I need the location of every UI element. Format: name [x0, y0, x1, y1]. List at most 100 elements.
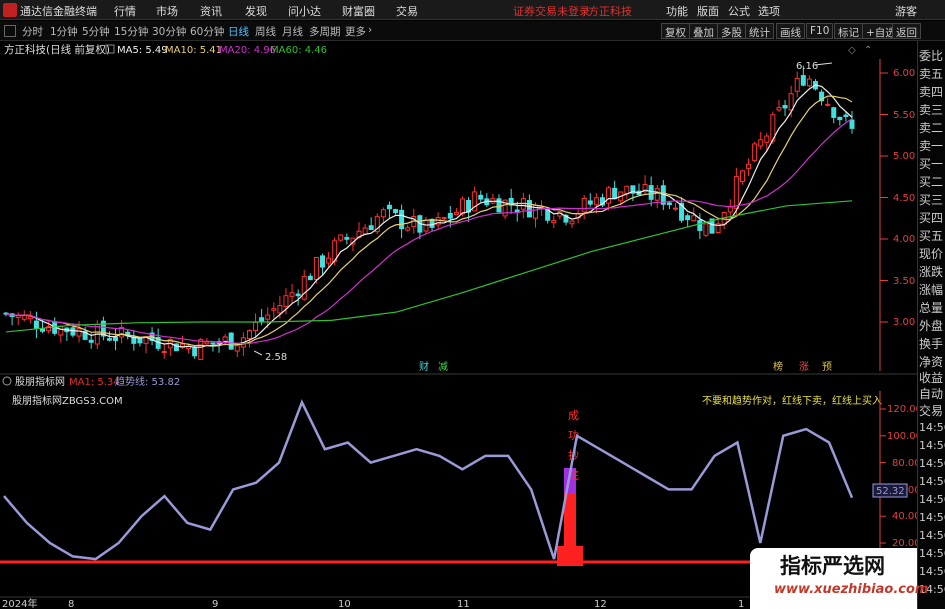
title-bar: 通达信金融终端 行情 市场 资讯 发现 问小达 财富圈 交易 证券交易未登录 方… — [0, 0, 945, 20]
tab-60min[interactable]: 60分钟 — [190, 24, 224, 39]
multi-stock-button[interactable]: 多股 — [717, 23, 746, 39]
candle-body — [113, 337, 119, 342]
marker-rise[interactable]: 涨 — [799, 361, 809, 373]
candle-body — [800, 75, 806, 86]
menu-market[interactable]: 市场 — [156, 3, 178, 19]
candle-body — [380, 209, 386, 218]
tab-30min[interactable]: 30分钟 — [152, 24, 186, 39]
indicator-settings-icon[interactable] — [2, 376, 12, 386]
candle-body — [806, 78, 812, 87]
candle-body — [441, 217, 447, 220]
tab-5min[interactable]: 5分钟 — [82, 24, 110, 39]
panel-row[interactable]: 卖一 — [919, 137, 943, 154]
chart-area[interactable]: 方正科技(日线 前复权) MA5: 5.49 MA10: 5.41 MA20: … — [0, 41, 917, 609]
panel-row[interactable]: 卖二 — [919, 119, 943, 136]
candle-body — [33, 320, 39, 329]
panel-row[interactable]: 自动 — [919, 385, 943, 402]
candle-body — [459, 198, 465, 215]
panel-row: 14:56 — [919, 565, 945, 578]
menu-discover[interactable]: 发现 — [245, 3, 267, 19]
candle-body — [672, 207, 678, 210]
candle-body — [271, 308, 277, 311]
candle-body — [161, 351, 167, 354]
panel-row[interactable]: 卖五 — [919, 65, 943, 82]
app-title: 通达信金融终端 — [20, 5, 97, 18]
panel-row[interactable]: 交易 — [919, 402, 943, 419]
panel-row[interactable]: 买一 — [919, 155, 943, 172]
panel-row[interactable]: 买三 — [919, 191, 943, 208]
candle-body — [289, 292, 295, 297]
tab-1min[interactable]: 1分钟 — [50, 24, 78, 39]
menu-quotes[interactable]: 行情 — [114, 3, 136, 19]
menu-formula[interactable]: 公式 — [728, 3, 750, 19]
menu-options[interactable]: 选项 — [758, 3, 780, 19]
panel-row[interactable]: 净资 — [919, 353, 943, 370]
ma60-label: MA60: 4.46 — [270, 45, 327, 56]
menu-wealth[interactable]: 财富圈 — [342, 3, 375, 19]
panel-row[interactable]: 总量 — [919, 299, 943, 316]
guest-label[interactable]: 游客 — [895, 3, 917, 19]
marker-forecast[interactable]: 预 — [822, 361, 832, 373]
candle-body — [551, 219, 557, 224]
candle-body — [514, 209, 520, 213]
tab-intraday[interactable]: 分时 — [22, 24, 43, 39]
panel-row: 14:56 — [919, 475, 945, 488]
ma5-label: MA5: 5.49 — [117, 45, 168, 56]
panel-row[interactable]: 委比 — [919, 47, 943, 64]
stats-button[interactable]: 统计 — [745, 23, 774, 39]
candle-body — [27, 316, 33, 320]
x-label-aug: 8 — [68, 599, 74, 609]
current-value: 52.32 — [876, 486, 905, 497]
status-text[interactable]: 证券交易未登录 — [513, 3, 590, 19]
candle-body — [106, 338, 112, 341]
tab-daily[interactable]: 日线 — [228, 24, 249, 39]
tab-monthly[interactable]: 月线 — [282, 24, 303, 39]
candle-body — [776, 107, 782, 111]
more-chevron-icon[interactable]: › — [368, 24, 372, 36]
signal-text: 成 — [568, 409, 579, 422]
marker-finance[interactable]: 财 — [419, 360, 429, 373]
menu-function[interactable]: 功能 — [666, 3, 688, 19]
candle-body — [326, 257, 332, 264]
panel-scroll-icon[interactable]: ⌃ — [864, 45, 872, 56]
candlesticks — [3, 65, 855, 360]
panel-row[interactable]: 买五 — [919, 227, 943, 244]
panel-row[interactable]: 卖三 — [919, 101, 943, 118]
panel-row[interactable]: 现价 — [919, 245, 943, 262]
draw-button[interactable]: 画线 — [776, 23, 805, 39]
x-label-sep: 9 — [212, 599, 218, 609]
main-y-tick: 5.50 — [893, 110, 915, 121]
panel-row[interactable]: 买二 — [919, 173, 943, 190]
panel-row[interactable]: 涨幅 — [919, 281, 943, 298]
candle-body — [283, 295, 289, 308]
panel-row[interactable]: 换手 — [919, 335, 943, 352]
candle-body — [478, 194, 484, 200]
menu-news[interactable]: 资讯 — [200, 3, 222, 19]
panel-row[interactable]: 买四 — [919, 209, 943, 226]
candle-body — [435, 216, 441, 226]
tab-15min[interactable]: 15分钟 — [114, 24, 148, 39]
panel-row[interactable]: 外盘 — [919, 317, 943, 334]
ind-y-tick: 120.00 — [887, 404, 917, 415]
marker-rank[interactable]: 榜 — [773, 360, 783, 373]
back-button[interactable]: 返回 — [892, 23, 921, 39]
marker-reduce[interactable]: 减 — [438, 361, 448, 373]
main-y-tick: 4.00 — [893, 234, 915, 245]
restore-button[interactable]: 复权 — [661, 23, 690, 39]
panel-collapse-icon[interactable]: ◇ — [848, 45, 856, 56]
panel-row[interactable]: 卖四 — [919, 83, 943, 100]
tab-weekly[interactable]: 周线 — [255, 24, 276, 39]
overlay-button[interactable]: 叠加 — [689, 23, 718, 39]
f10-button[interactable]: F10 — [806, 23, 834, 39]
menu-ask[interactable]: 问小达 — [288, 3, 321, 19]
tab-multi[interactable]: 多周期 — [309, 24, 341, 39]
mark-button[interactable]: 标记 — [834, 23, 863, 39]
panel-row[interactable]: 涨跌 — [919, 263, 943, 280]
candle-body — [210, 342, 216, 345]
tab-more[interactable]: 更多 — [345, 24, 366, 39]
toolbar-toggle-icon[interactable] — [4, 25, 16, 37]
menu-trade[interactable]: 交易 — [396, 3, 418, 19]
menu-layout[interactable]: 版面 — [697, 3, 719, 19]
candle-body — [825, 103, 831, 106]
panel-row[interactable]: 收益 — [919, 369, 943, 386]
